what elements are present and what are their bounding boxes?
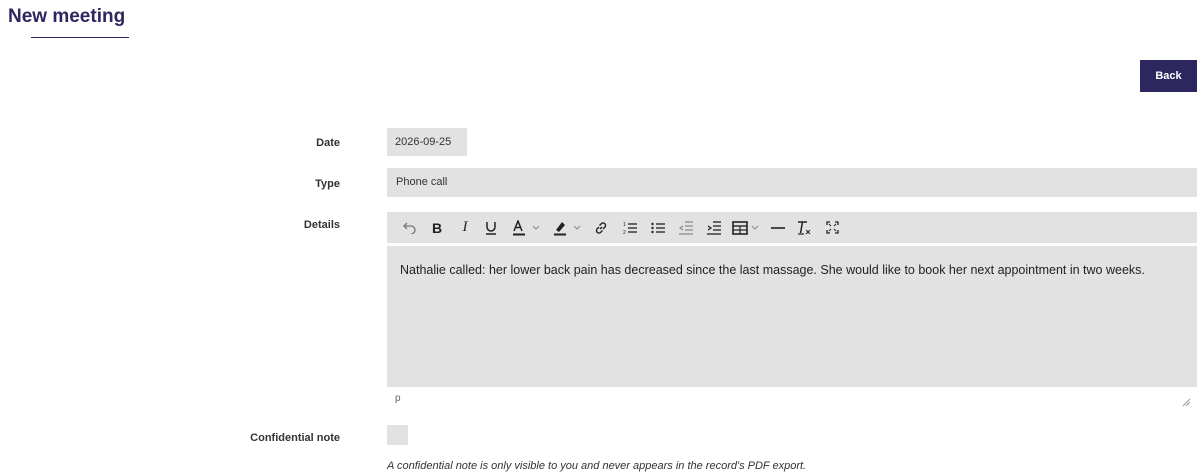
title-underline [31,37,129,38]
underline-icon[interactable] [484,212,498,243]
confidential-checkbox[interactable] [387,425,408,445]
horizontal-rule-icon[interactable] [770,212,786,243]
date-label: Date [316,137,340,149]
fullscreen-icon[interactable] [824,212,840,243]
indent-icon[interactable] [706,212,722,243]
back-button[interactable]: Back [1140,60,1197,92]
italic-icon[interactable]: I [458,212,472,243]
svg-text:2: 2 [623,230,626,235]
outdent-icon[interactable] [678,212,694,243]
clear-formatting-icon[interactable] [796,212,812,243]
details-editor[interactable]: Nathalie called: her lower back pain has… [387,246,1197,387]
bulleted-list-icon[interactable] [650,212,666,243]
type-field[interactable]: Phone call [387,168,1197,197]
text-color-icon[interactable] [511,212,545,243]
editor-statusbar: p [387,388,1197,412]
editor-toolbar: B I 12 [387,212,1197,243]
numbered-list-icon[interactable]: 12 [622,212,638,243]
resize-handle-icon[interactable] [1181,394,1191,407]
confidential-label: Confidential note [250,432,340,444]
undo-icon[interactable] [401,212,419,243]
link-icon[interactable] [593,212,609,243]
confidential-help-text: A confidential note is only visible to y… [387,460,807,472]
bold-icon[interactable]: B [429,212,445,243]
highlight-icon[interactable] [552,212,586,243]
details-label: Details [303,219,340,231]
table-icon[interactable] [731,212,763,243]
date-field[interactable]: 2026-09-25 [387,128,467,156]
element-path[interactable]: p [395,393,401,404]
type-label: Type [315,178,340,190]
page-title: New meeting [8,6,126,27]
svg-text:1: 1 [623,222,626,228]
